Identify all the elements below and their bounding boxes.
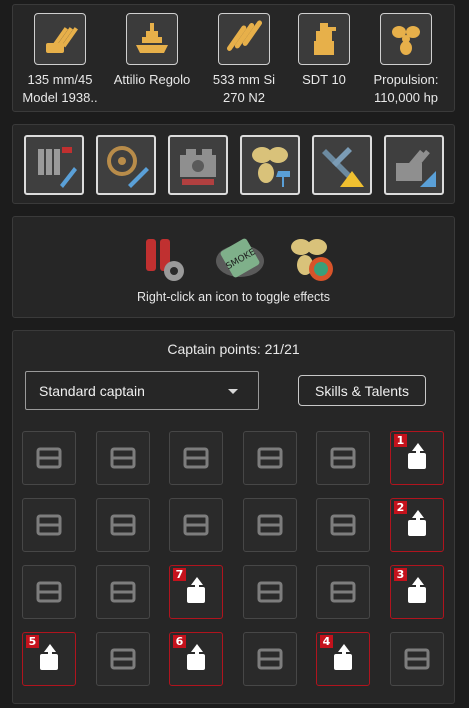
damage-control-party-icon[interactable] [135,230,191,286]
main-armaments-mod-icon[interactable] [24,135,84,195]
skill-order-badge: 3 [394,568,407,581]
fire-control-icon[interactable] [298,13,350,65]
adrenaline-rush-icon[interactable] [243,632,297,686]
module-label-propulsion: Propulsion: 110,000 hp [373,72,439,105]
chevron-down-icon [228,389,238,394]
skill-order-badge: 1 [394,434,407,447]
engine-boost-icon[interactable] [282,230,338,286]
gun-feeder-icon[interactable] [96,431,150,485]
engine-room-mod-icon[interactable] [168,135,228,195]
swift-fish-icon[interactable]: 7 [169,565,223,619]
damage-control-mod-icon[interactable] [96,135,156,195]
module-label-main-battery: 135 mm/45 Model 1938.. [22,72,98,105]
demolition-expert-icon[interactable] [22,498,76,552]
main-battery-specialist-icon[interactable] [96,498,150,552]
captain-select-value: Standard captain [39,383,145,399]
aa-defense-icon[interactable] [243,565,297,619]
skill-order-badge: 4 [320,635,333,648]
skill-order-badge: 2 [394,501,407,514]
inertia-fuse-icon[interactable] [243,498,297,552]
gun-fire-control-mod-icon[interactable] [384,135,444,195]
concealment-expert-icon[interactable]: 4 [316,632,370,686]
secondary-armament-icon[interactable] [22,565,76,619]
torpedo-aiming-icon[interactable] [169,498,223,552]
skills-talents-button[interactable]: Skills & Talents [298,375,426,406]
torpedo-armament-expertise-icon[interactable] [169,431,223,485]
propulsion-icon[interactable] [380,13,432,65]
main-battery-reload-icon[interactable] [96,565,150,619]
hull-icon[interactable] [126,13,178,65]
radio-location-icon[interactable]: 6 [169,632,223,686]
aircraft-warning-mod-icon[interactable] [312,135,372,195]
fill-the-tubes-icon[interactable] [316,565,370,619]
torpedo-icon[interactable] [218,13,270,65]
consumables-specialist-icon[interactable] [243,431,297,485]
captain-points-label: Captain points: 21/21 [167,341,300,357]
module-label-hull: Attilio Regolo [113,72,191,87]
superintendent-icon[interactable]: 3 [390,565,444,619]
smoke-generator-icon[interactable]: SMOKE [212,230,268,286]
skill-order-badge: 7 [173,568,186,581]
priority-target-icon[interactable]: 1 [390,431,444,485]
expert-loader-icon[interactable]: 5 [22,632,76,686]
dead-eye-icon[interactable] [390,632,444,686]
preventive-maintenance-icon[interactable] [316,431,370,485]
captain-select[interactable]: Standard captain [25,371,259,410]
consumables-enhancements-icon[interactable]: 2 [390,498,444,552]
consumables-hint: Right-click an icon to toggle effects [137,290,330,304]
main-battery-icon[interactable] [34,13,86,65]
incoming-fire-alert-icon[interactable] [316,498,370,552]
last-stand-icon[interactable] [96,632,150,686]
propulsion-mod-icon[interactable] [240,135,300,195]
skill-order-badge: 6 [173,635,186,648]
skill-order-badge: 5 [26,635,39,648]
grease-the-gears-icon[interactable] [22,431,76,485]
